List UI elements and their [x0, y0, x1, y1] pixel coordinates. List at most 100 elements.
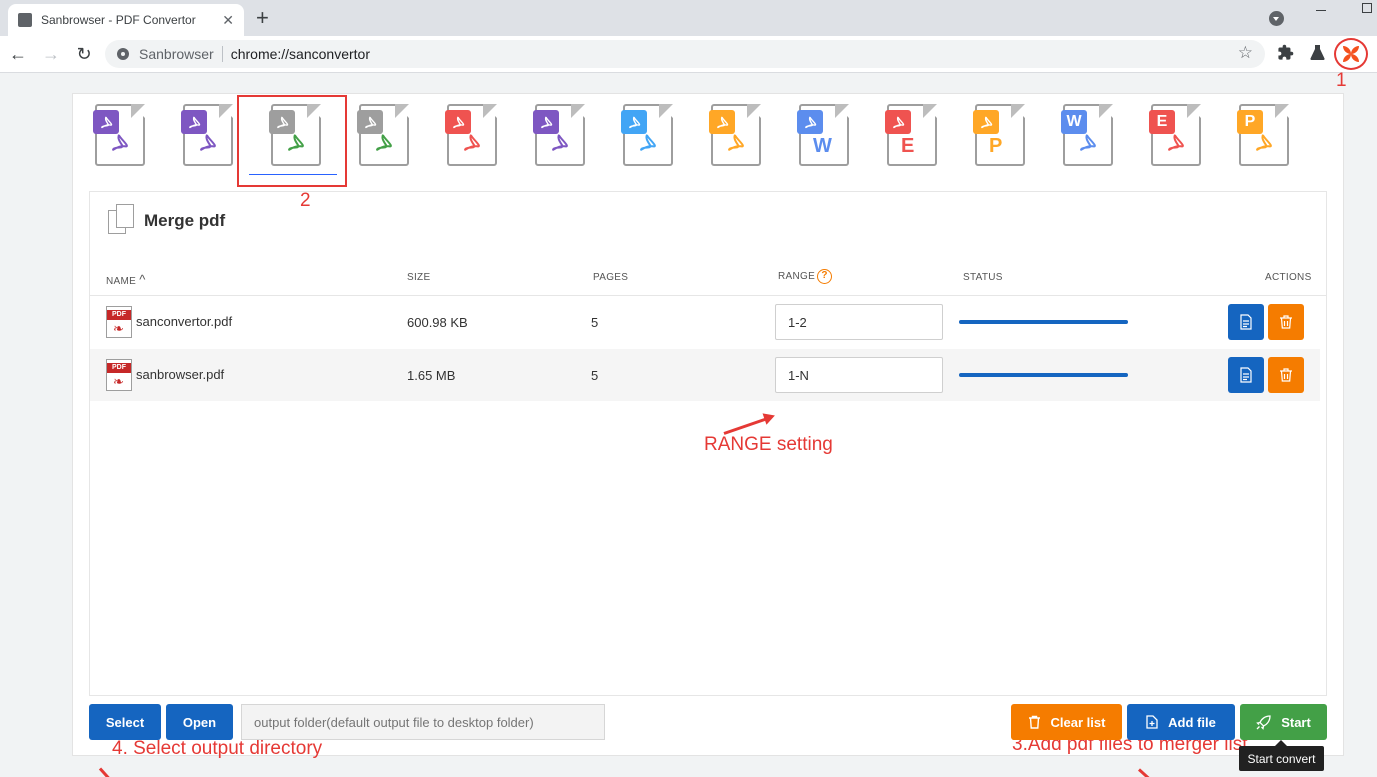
tool-glyph: [1077, 132, 1097, 158]
reload-icon[interactable]: ↻: [72, 42, 96, 66]
tab-strip: Sanbrowser - PDF Convertor ✕ +: [0, 0, 1377, 36]
tool-protect-pdf-icon[interactable]: [705, 100, 765, 170]
delete-file-button[interactable]: [1268, 304, 1304, 340]
tool-badge: [709, 110, 735, 134]
browser-toolbar: ← → ↻ Sanbrowser chrome://sanconvertor ☆: [0, 36, 1377, 73]
tool-glyph: [1253, 132, 1273, 158]
tool-compress-pdf-icon[interactable]: [441, 100, 501, 170]
flask-icon[interactable]: [1310, 44, 1325, 60]
tool-glyph: [549, 132, 569, 158]
document-icon: [1240, 314, 1252, 330]
tool-badge: [621, 110, 647, 134]
tool-badge: [973, 110, 999, 134]
annotation-arrow-range: [723, 415, 772, 435]
tool-glyph: [109, 132, 129, 158]
back-icon[interactable]: ←: [6, 42, 30, 66]
tool-pdf-to-image-icon[interactable]: [89, 100, 149, 170]
tool-document-shape: W: [797, 104, 849, 166]
browser-tab[interactable]: Sanbrowser - PDF Convertor ✕: [8, 4, 244, 36]
file-pages: 5: [591, 315, 599, 330]
select-output-button[interactable]: Select: [89, 704, 161, 740]
window-maximize-icon[interactable]: [1362, 3, 1372, 13]
forward-icon[interactable]: →: [39, 42, 63, 66]
file-row: PDF ❧ sanbrowser.pdf 1.65 MB 5: [90, 349, 1320, 401]
tool-image-to-pdf-icon[interactable]: [177, 100, 237, 170]
convertor-app: WEPWEP 2 Merge pdf NAME ^ SIZE PAGES RAN…: [72, 93, 1344, 777]
address-bar[interactable]: Sanbrowser chrome://sanconvertor ☆: [105, 40, 1265, 68]
tool-badge: E: [1149, 110, 1175, 134]
add-file-icon: [1146, 715, 1158, 729]
tool-badge: P: [1237, 110, 1263, 134]
tool-glyph: [197, 132, 217, 158]
file-pages: 5: [591, 368, 599, 383]
file-name: sanconvertor.pdf: [136, 314, 233, 329]
clear-list-button[interactable]: Clear list: [1011, 704, 1122, 740]
tool-ppt-to-pdf-icon[interactable]: P: [1233, 100, 1293, 170]
tool-document-shape: [357, 104, 409, 166]
tool-document-shape: [533, 104, 585, 166]
tool-badge: [885, 110, 911, 134]
tool-document-shape: [621, 104, 673, 166]
add-file-button[interactable]: Add file: [1127, 704, 1235, 740]
tool-glyph: E: [901, 135, 915, 157]
column-header-name[interactable]: NAME ^: [106, 272, 146, 287]
trash-icon: [1028, 715, 1040, 729]
tool-document-shape: P: [1237, 104, 1289, 166]
annotation-arrow-select: [98, 767, 122, 777]
open-output-button[interactable]: Open: [166, 704, 233, 740]
tool-badge: [445, 110, 471, 134]
selected-tool-underline: [249, 174, 337, 175]
tool-pdf-to-excel-icon[interactable]: E: [881, 100, 941, 170]
view-file-button[interactable]: [1228, 357, 1264, 393]
tool-glyph: [461, 132, 481, 158]
range-input[interactable]: [775, 304, 943, 340]
tool-document-shape: [181, 104, 233, 166]
tool-pdf-to-text-icon[interactable]: [529, 100, 589, 170]
trash-icon: [1280, 368, 1292, 382]
tool-unlock-pdf-icon[interactable]: [617, 100, 677, 170]
annotation-step-1: 1: [1336, 70, 1347, 91]
address-divider: [221, 46, 223, 62]
column-header-actions: ACTIONS: [1265, 272, 1312, 283]
url-text[interactable]: chrome://sanconvertor: [231, 46, 370, 62]
column-header-size: SIZE: [407, 272, 431, 283]
start-button[interactable]: Start: [1240, 704, 1327, 740]
tool-split-pdf-icon[interactable]: [353, 100, 413, 170]
tool-word-to-pdf-icon[interactable]: W: [1057, 100, 1117, 170]
tool-document-shape: W: [1061, 104, 1113, 166]
tool-badge: [181, 110, 207, 134]
bookmark-star-icon[interactable]: ☆: [1238, 43, 1253, 63]
tool-document-shape: E: [885, 104, 937, 166]
sort-ascending-icon[interactable]: ^: [139, 272, 145, 287]
site-info-icon[interactable]: [117, 48, 129, 60]
window-minimize-icon[interactable]: [1316, 10, 1326, 11]
range-input[interactable]: [775, 357, 943, 393]
status-progress-bar: [959, 320, 1128, 324]
sanconvertor-extension-button[interactable]: [1334, 38, 1368, 70]
tool-glyph: [373, 132, 393, 158]
tool-document-shape: [709, 104, 761, 166]
tab-search-icon[interactable]: [1269, 11, 1284, 26]
tool-pdf-to-word-icon[interactable]: W: [793, 100, 853, 170]
view-file-button[interactable]: [1228, 304, 1264, 340]
delete-file-button[interactable]: [1268, 357, 1304, 393]
tool-glyph: [1165, 132, 1185, 158]
tool-excel-to-pdf-icon[interactable]: E: [1145, 100, 1205, 170]
annotation-step-4: 4. Select output directory: [112, 738, 323, 759]
tab-close-icon[interactable]: ✕: [222, 12, 234, 29]
tool-glyph: [725, 132, 745, 158]
start-label: Start: [1281, 714, 1311, 730]
new-tab-button[interactable]: +: [256, 5, 269, 31]
merge-panel: Merge pdf NAME ^ SIZE PAGES RANGE? STATU…: [89, 191, 1327, 777]
range-help-icon[interactable]: ?: [817, 269, 833, 284]
file-row: PDF ❧ sanconvertor.pdf 600.98 KB 5: [90, 296, 1320, 348]
puzzle-icon[interactable]: [1277, 44, 1294, 61]
merge-pdf-icon: [106, 204, 136, 238]
tab-title: Sanbrowser - PDF Convertor: [41, 13, 196, 27]
tool-document-shape: [93, 104, 145, 166]
column-header-status: STATUS: [963, 272, 1003, 283]
output-folder-field[interactable]: [241, 704, 605, 740]
tool-badge: [797, 110, 823, 134]
file-name: sanbrowser.pdf: [136, 367, 225, 382]
tool-pdf-to-ppt-icon[interactable]: P: [969, 100, 1029, 170]
